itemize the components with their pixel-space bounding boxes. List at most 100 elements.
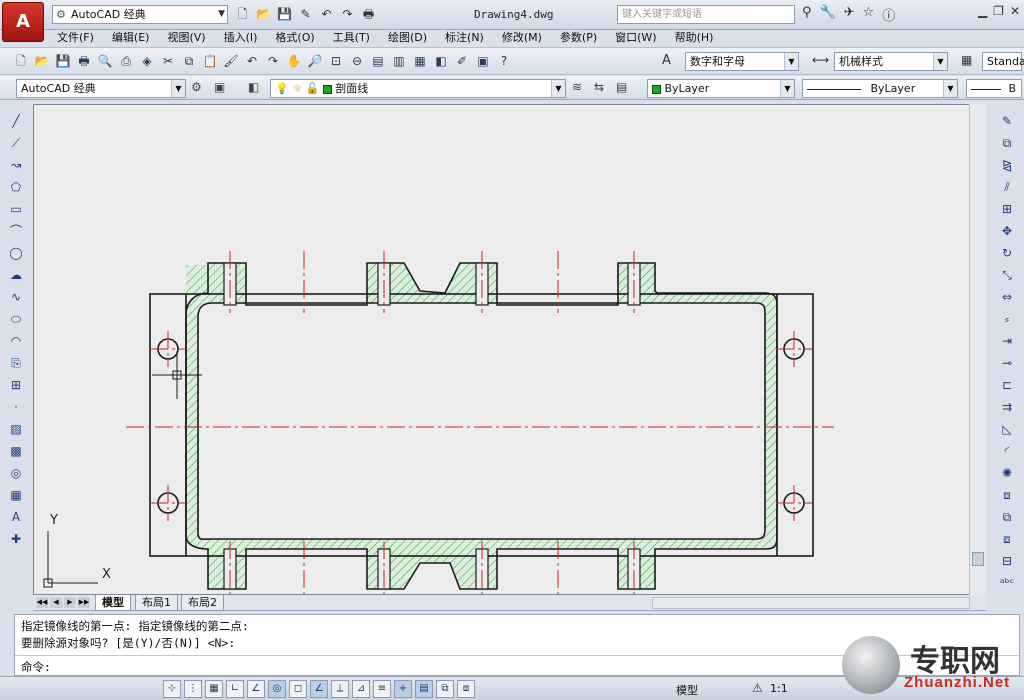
binoculars-icon[interactable]: ⚲	[802, 5, 812, 24]
mirror-icon[interactable]: ⧎	[997, 156, 1017, 175]
insert-block-icon[interactable]: ⎘	[6, 354, 26, 373]
stretch-icon[interactable]: ⇔	[997, 288, 1017, 307]
workspace-switcher[interactable]: ⚙ AutoCAD 经典 ▼	[52, 5, 228, 24]
zoom-previous-icon[interactable]: ⊖	[348, 52, 366, 70]
erase-icon[interactable]: ✎	[997, 112, 1017, 131]
workspace-settings-icon[interactable]: ⚙	[191, 80, 202, 94]
star-icon[interactable]: ☆	[863, 5, 875, 24]
vertical-scrollbar[interactable]	[969, 104, 986, 595]
break-at-point-icon[interactable]: ⊸	[997, 354, 1017, 373]
tool-palettes-icon[interactable]: ▦	[411, 52, 429, 70]
menu-dimension[interactable]: 标注(N)	[436, 30, 493, 46]
offset-icon[interactable]: ⫽	[997, 178, 1017, 197]
copy-object-icon[interactable]: ⧉	[997, 134, 1017, 153]
make-block-icon[interactable]: ⊞	[6, 376, 26, 395]
tab-layout2[interactable]: 布局2	[181, 595, 224, 611]
am-toggle[interactable]: ⧈	[457, 680, 475, 698]
menu-window[interactable]: 窗口(W)	[606, 30, 665, 46]
copy-icon[interactable]: ⧉	[180, 52, 198, 70]
add-selected-icon[interactable]: ✚	[6, 530, 26, 549]
undo-icon[interactable]: ↶	[243, 52, 261, 70]
3d-osnap-toggle[interactable]: ◻	[289, 680, 307, 698]
ellipse-arc-icon[interactable]: ◠	[6, 332, 26, 351]
my-workspace-icon[interactable]: ▣	[214, 80, 225, 94]
infer-constraints-toggle[interactable]: ⊹	[163, 680, 181, 698]
scale-icon[interactable]: ⤡	[997, 266, 1017, 285]
design-center-icon[interactable]: ▥	[390, 52, 408, 70]
gradient-icon[interactable]: ▩	[6, 442, 26, 461]
snap-toggle[interactable]: ⋮	[184, 680, 202, 698]
linetype-select[interactable]: ByLayer ▼	[802, 79, 958, 98]
sheet-set-icon[interactable]: ◧	[432, 52, 450, 70]
abc-icon[interactable]: ᵃᵇᶜ	[997, 574, 1017, 593]
menu-help[interactable]: 帮助(H)	[666, 30, 723, 46]
redo-icon[interactable]: ↷	[339, 6, 356, 23]
layer-previous-icon[interactable]: ⇆	[594, 80, 604, 94]
polygon-icon[interactable]: ⬠	[6, 178, 26, 197]
wrench-icon[interactable]: 🔧	[820, 5, 836, 24]
workspace-select[interactable]: AutoCAD 经典 ▼	[16, 79, 186, 98]
dim-style-select[interactable]: 机械样式 ▼	[834, 52, 948, 71]
calculator-icon[interactable]: ▣	[474, 52, 492, 70]
plot-preview-icon[interactable]: 🔍	[96, 52, 114, 70]
properties-icon[interactable]: ▤	[369, 52, 387, 70]
menu-edit[interactable]: 编辑(E)	[103, 30, 159, 46]
multiline-text-icon[interactable]: A	[6, 508, 26, 527]
zoom-window-icon[interactable]: ⊡	[327, 52, 345, 70]
menu-parameter[interactable]: 参数(P)	[551, 30, 606, 46]
draw-order-icon[interactable]: ⧈	[997, 486, 1017, 505]
paste-icon[interactable]: 📋	[201, 52, 219, 70]
break-icon[interactable]: ⊏	[997, 376, 1017, 395]
help-icon[interactable]: ?	[495, 52, 513, 70]
save-icon[interactable]: 💾	[54, 52, 72, 70]
polar-toggle[interactable]: ∠	[247, 680, 265, 698]
circle-icon[interactable]: ◯	[6, 244, 26, 263]
redo-icon[interactable]: ↷	[264, 52, 282, 70]
cut-icon[interactable]: ✂	[159, 52, 177, 70]
make-current-icon[interactable]: ≋	[572, 80, 582, 94]
region-icon[interactable]: ◎	[6, 464, 26, 483]
point-icon[interactable]: ·	[6, 398, 26, 417]
trim-icon[interactable]: ⸗	[997, 310, 1017, 329]
tpy-toggle[interactable]: +	[394, 680, 412, 698]
model-space-label[interactable]: 模型	[676, 682, 698, 698]
print-icon[interactable]: 🖶	[360, 6, 377, 23]
zoom-realtime-icon[interactable]: 🔎	[306, 52, 324, 70]
arc-icon[interactable]: ⌒	[6, 222, 26, 241]
3d-dwf-icon[interactable]: ◈	[138, 52, 156, 70]
construction-line-icon[interactable]: ⟋	[6, 134, 26, 153]
new-icon[interactable]: 🗋	[234, 6, 251, 23]
layer-state-icon[interactable]: ▤	[616, 80, 627, 94]
qp-toggle[interactable]: ▤	[415, 680, 433, 698]
spline-icon[interactable]: ∿	[6, 288, 26, 307]
match-properties-icon[interactable]: 🖌	[222, 52, 240, 70]
sc-toggle[interactable]: ⧉	[436, 680, 454, 698]
tab-layout1[interactable]: 布局1	[135, 595, 178, 611]
markup-icon[interactable]: ✐	[453, 52, 471, 70]
drawing-canvas[interactable]: Y X	[33, 104, 986, 595]
text-style-select[interactable]: 数字和字母 ▼	[685, 52, 799, 71]
undo-icon[interactable]: ↶	[318, 6, 335, 23]
table-style-select[interactable]: Standa	[982, 52, 1024, 71]
layer-select[interactable]: 💡 ☼ 🔓 剖面线 ▼	[270, 79, 566, 98]
lineweight-select[interactable]: B	[966, 79, 1022, 98]
satellite-icon[interactable]: ✈	[844, 5, 855, 24]
extend-icon[interactable]: ⇥	[997, 332, 1017, 351]
menu-format[interactable]: 格式(O)	[266, 30, 323, 46]
hatch-icon[interactable]: ▨	[6, 420, 26, 439]
color-select[interactable]: ByLayer ▼	[647, 79, 795, 98]
line-icon[interactable]: ╱	[6, 112, 26, 131]
grid-toggle[interactable]: ▦	[205, 680, 223, 698]
save-as-icon[interactable]: ✎	[297, 6, 314, 23]
restore-icon[interactable]: ❐	[993, 4, 1004, 18]
new-icon[interactable]: 🗋	[12, 52, 30, 70]
open-icon[interactable]: 📂	[255, 6, 272, 23]
last-tab-icon[interactable]: ▶▶	[78, 597, 90, 608]
fillet-icon[interactable]: ◜	[997, 442, 1017, 461]
menu-insert[interactable]: 插入(I)	[215, 30, 267, 46]
publish-icon[interactable]: ⎙	[117, 52, 135, 70]
array-icon[interactable]: ⊞	[997, 200, 1017, 219]
rectangle-icon[interactable]: ▭	[6, 200, 26, 219]
text-front-icon[interactable]: ⊟	[997, 552, 1017, 571]
rotate-icon[interactable]: ↻	[997, 244, 1017, 263]
